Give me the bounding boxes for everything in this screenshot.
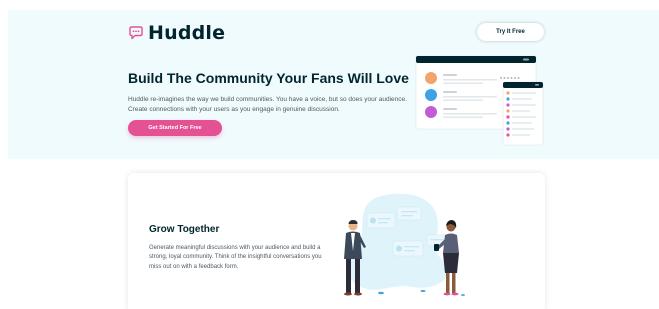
feature-description: Generate meaningful discussions with you…: [149, 245, 322, 270]
logo[interactable]: Huddle: [128, 22, 225, 44]
get-started-button[interactable]: Get Started For Free: [128, 120, 222, 136]
logo-text: Huddle: [148, 22, 226, 44]
try-it-free-button[interactable]: Try It Free: [477, 23, 544, 41]
feature-title: Grow Together: [149, 224, 220, 235]
page: Huddle Try It Free Build The Community Y…: [0, 0, 659, 309]
hero-description: Huddle re-imagines the way we build comm…: [128, 96, 407, 113]
hero-title: Build The Community Your Fans Will Love: [128, 70, 409, 86]
chat-bubble-logo-icon: [129, 26, 143, 40]
grow-together-illustration: [344, 193, 465, 296]
hero-app-mockup: [415, 55, 544, 146]
feature-card: Grow Together Generate meaningful discus…: [128, 173, 545, 309]
